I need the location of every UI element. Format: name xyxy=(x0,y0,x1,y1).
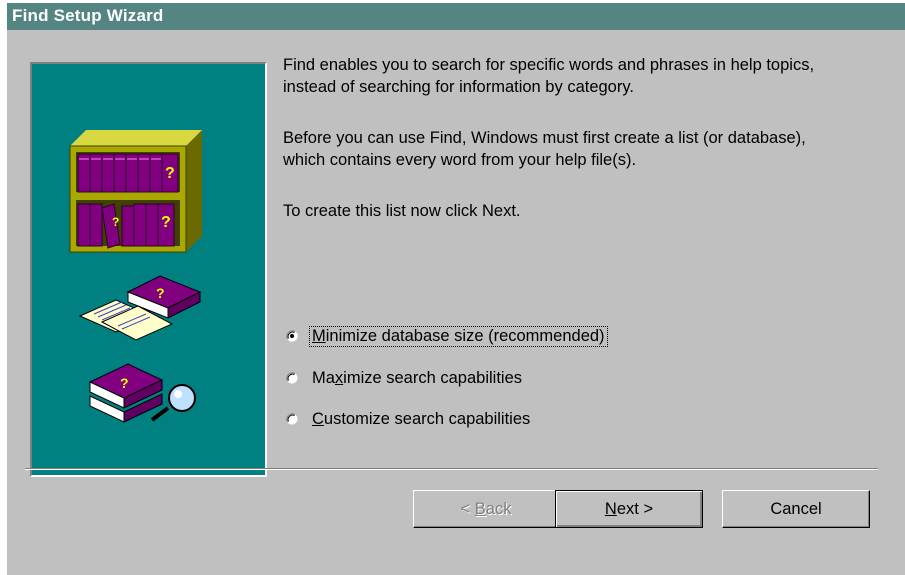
radio-button[interactable] xyxy=(286,372,298,384)
option-minimize-label[interactable]: Minimize database size (recommended) xyxy=(309,325,608,347)
cancel-button[interactable]: Cancel xyxy=(722,490,870,528)
option-maximize-search[interactable]: Maximize search capabilities xyxy=(286,367,524,389)
svg-text:?: ? xyxy=(120,375,129,391)
intro-paragraph-find: Find enables you to search for specific … xyxy=(283,56,815,96)
button-separator xyxy=(25,468,878,470)
intro-paragraph-database: Before you can use Find, Windows must fi… xyxy=(283,129,806,169)
books-with-magnifier-icon: ? xyxy=(88,363,196,423)
svg-text:?: ? xyxy=(112,215,119,229)
radio-button[interactable] xyxy=(286,413,298,425)
wizard-illustration-panel: ? ? ? ? ? xyxy=(30,62,267,477)
next-button[interactable]: Next > xyxy=(555,490,703,528)
back-button-label: < Back xyxy=(460,499,512,518)
next-button-label: Next > xyxy=(604,499,654,518)
help-books-and-pages-icon: ? xyxy=(78,275,202,341)
find-setup-wizard-window: Find Setup Wizard ? ? ? ? ? Find enables… xyxy=(0,0,905,575)
bookshelf-icon: ? ? ? xyxy=(69,130,202,253)
svg-text:?: ? xyxy=(156,285,165,301)
radio-button-selected[interactable] xyxy=(286,330,298,342)
title-bar[interactable]: Find Setup Wizard xyxy=(7,0,905,30)
cancel-button-label: Cancel xyxy=(770,499,822,518)
svg-text:?: ? xyxy=(161,214,171,231)
option-maximize-label[interactable]: Maximize search capabilities xyxy=(310,369,524,388)
back-button: < Back xyxy=(413,490,559,528)
svg-text:?: ? xyxy=(165,165,175,182)
option-customize-search[interactable]: Customize search capabilities xyxy=(286,408,532,430)
window-left-edge xyxy=(0,0,7,575)
option-minimize-database[interactable]: Minimize database size (recommended) xyxy=(286,325,608,347)
option-customize-label[interactable]: Customize search capabilities xyxy=(310,410,532,429)
window-title: Find Setup Wizard xyxy=(12,6,164,25)
intro-paragraph-next: To create this list now click Next. xyxy=(283,202,521,220)
